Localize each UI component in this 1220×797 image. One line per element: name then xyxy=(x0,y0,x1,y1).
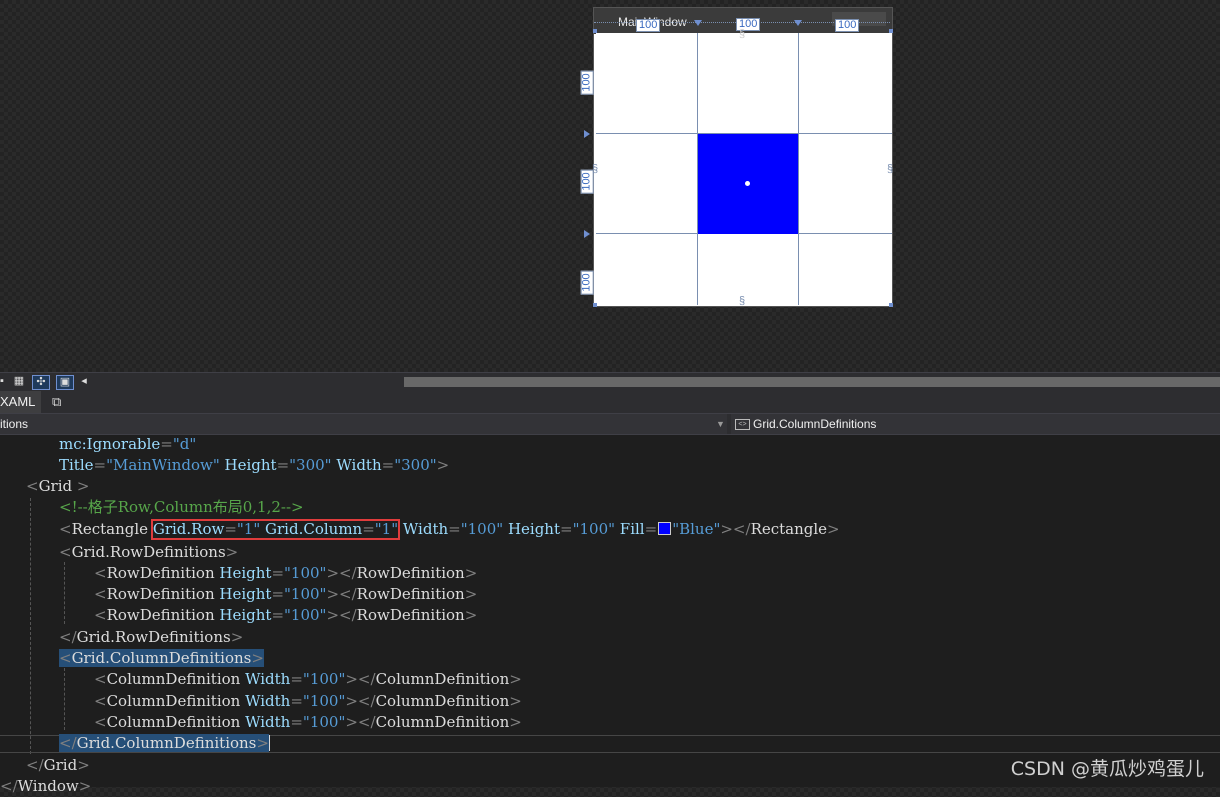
code-attr: Fill xyxy=(619,520,645,538)
popout-icon[interactable]: ⧉ xyxy=(52,394,61,410)
code-val: "100" xyxy=(460,520,504,538)
blue-rectangle[interactable] xyxy=(698,134,798,234)
code-attr: Title xyxy=(59,456,94,474)
anchor-icon[interactable]: § xyxy=(739,28,745,40)
code-attr: Width xyxy=(336,456,382,474)
code-attr: Height xyxy=(507,520,560,538)
text-caret xyxy=(268,735,270,751)
code-line[interactable]: <RowDefinition Height="100"></RowDefinit… xyxy=(0,605,1220,626)
code-line[interactable]: <ColumnDefinition Width="100"></ColumnDe… xyxy=(0,712,1220,733)
row-height-label[interactable]: 100 xyxy=(580,70,594,95)
code-attr: mc:Ignorable xyxy=(59,435,161,453)
code-line[interactable]: <Grid.ColumnDefinitions> xyxy=(0,648,1220,669)
code-comment: <!--格子Row,Column布局0,1,2--> xyxy=(59,498,304,516)
element-icon[interactable]: ✣ xyxy=(32,375,50,390)
navigation-bar: itions ▼ <> Grid.ColumnDefinitions xyxy=(0,414,1220,435)
code-line[interactable]: <RowDefinition Height="100"></RowDefinit… xyxy=(0,563,1220,584)
snap-to-grid-icon[interactable]: ▣ xyxy=(56,375,74,390)
row-marker-icon[interactable] xyxy=(584,230,590,238)
resize-handle[interactable] xyxy=(889,29,893,33)
code-val: "MainWindow" xyxy=(106,456,220,474)
member-dropdown[interactable]: <> Grid.ColumnDefinitions xyxy=(731,414,1220,434)
column-gridline xyxy=(798,33,799,305)
code-elem: Rectangle xyxy=(750,520,828,538)
row-height-label[interactable]: 100 xyxy=(580,270,594,295)
snap-icon[interactable]: ▦ xyxy=(11,375,27,388)
resize-handle[interactable] xyxy=(593,303,597,307)
scroll-left-icon[interactable]: ◂ xyxy=(76,375,92,388)
resize-handle[interactable] xyxy=(889,303,893,307)
code-val: "300" xyxy=(289,456,332,474)
anchor-icon[interactable]: § xyxy=(887,163,893,175)
anchor-icon[interactable]: § xyxy=(739,295,745,307)
type-dropdown-label: itions xyxy=(0,417,29,431)
designer-grid[interactable] xyxy=(596,33,892,305)
member-dropdown-label: Grid.ColumnDefinitions xyxy=(753,417,877,431)
code-line[interactable]: mc:Ignorable="d" xyxy=(0,434,1220,455)
code-punct: > xyxy=(436,456,450,474)
code-val: "d" xyxy=(172,435,197,453)
code-line[interactable]: <Grid.RowDefinitions> xyxy=(0,542,1220,563)
color-swatch[interactable] xyxy=(658,522,672,535)
designer-toolbar: ▪ ▦ ✣ ▣ ◂ xyxy=(0,372,1220,391)
watermark: CSDN @黄瓜炒鸡蛋儿 xyxy=(1010,758,1204,780)
chevron-down-icon[interactable]: ▼ xyxy=(716,414,725,434)
designer-window[interactable]: MainWindow 100 100 100 § 100 100 100 § §… xyxy=(580,7,893,307)
code-line[interactable]: Title="MainWindow" Height="300" Width="3… xyxy=(0,455,1220,476)
type-dropdown[interactable]: itions ▼ xyxy=(0,414,727,434)
editor-tab-strip: XAML ⧉ xyxy=(0,391,1220,414)
code-elem: Rectangle xyxy=(71,520,149,538)
code-attr: Height xyxy=(224,456,277,474)
code-attr: Width xyxy=(402,520,449,538)
code-punct: > xyxy=(72,477,90,495)
column-marker-icon[interactable] xyxy=(694,20,702,26)
column-width-label[interactable]: 100 xyxy=(835,19,860,32)
code-line[interactable]: <ColumnDefinition Width="100"></ColumnDe… xyxy=(0,669,1220,690)
tab-xaml[interactable]: XAML xyxy=(0,391,42,413)
horizontal-scrollbar[interactable] xyxy=(92,377,1220,387)
code-elem: Grid.RowDefinitions xyxy=(71,543,226,561)
code-val: "300" xyxy=(394,456,437,474)
code-line[interactable]: <Grid > xyxy=(0,476,1220,497)
rectangle-center-handle[interactable] xyxy=(745,181,750,186)
code-line[interactable]: <RowDefinition Height="100"></RowDefinit… xyxy=(0,584,1220,605)
code-val: "100" xyxy=(572,520,616,538)
anchor-icon[interactable]: § xyxy=(592,163,598,175)
highlight-box xyxy=(151,519,400,540)
code-val: "Blue" xyxy=(672,520,721,538)
code-line[interactable]: </Grid.RowDefinitions> xyxy=(0,627,1220,648)
resize-handle[interactable] xyxy=(593,29,597,33)
code-punct: < xyxy=(26,477,39,495)
code-eq: = xyxy=(160,435,173,453)
column-width-label[interactable]: 100 xyxy=(636,19,661,32)
code-line[interactable]: <!--格子Row,Column布局0,1,2--> xyxy=(0,497,1220,518)
code-line[interactable]: </Grid.ColumnDefinitions> xyxy=(0,733,1220,754)
row-marker-icon[interactable] xyxy=(584,130,590,138)
grid-icon[interactable]: ▪ xyxy=(0,375,10,388)
code-elem: Grid xyxy=(38,477,73,495)
scrollbar-thumb[interactable] xyxy=(404,377,1220,387)
code-line[interactable]: <ColumnDefinition Width="100"></ColumnDe… xyxy=(0,691,1220,712)
column-marker-icon[interactable] xyxy=(794,20,802,26)
element-type-icon: <> xyxy=(735,419,750,431)
